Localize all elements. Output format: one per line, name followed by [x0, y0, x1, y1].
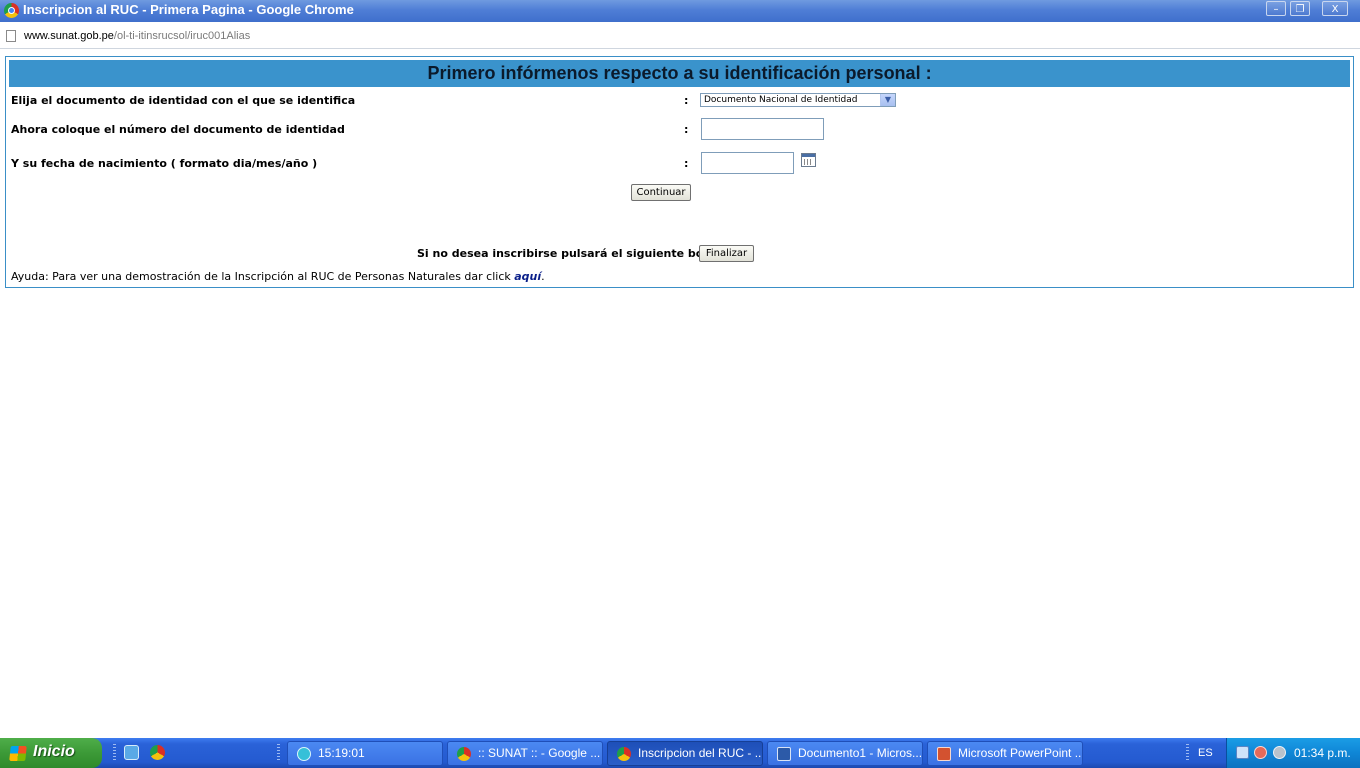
toolbar-grip[interactable] [113, 744, 116, 762]
url-host: www.sunat.gob.pe [24, 30, 114, 42]
colon-separator: : [684, 94, 689, 107]
powerpoint-icon [937, 747, 951, 761]
minimize-button[interactable]: – [1266, 1, 1286, 16]
close-button[interactable]: X [1322, 1, 1348, 16]
restore-button[interactable]: ❐ [1290, 1, 1310, 16]
help-suffix: . [541, 270, 545, 283]
taskbar-item-clock[interactable]: 15:19:01 [287, 741, 443, 766]
chrome-icon [617, 747, 631, 761]
taskbar-item-inscripcion-ruc[interactable]: Inscripcion del RUC - ... [607, 741, 763, 766]
window-title: Inscripcion al RUC - Primera Pagina - Go… [23, 2, 354, 17]
address-bar[interactable]: www.sunat.gob.pe/ol-ti-itinsrucsol/iruc0… [0, 22, 1360, 49]
language-indicator[interactable]: ES [1198, 747, 1213, 759]
page-icon [6, 30, 16, 42]
form-header: Primero infórmenos respecto a su identif… [9, 60, 1350, 87]
taskbar-item-label: 15:19:01 [318, 746, 365, 760]
taskbar-item-label: Microsoft PowerPoint ... [958, 746, 1083, 760]
colon-separator: : [684, 157, 689, 170]
quick-launch-ie-icon[interactable] [124, 745, 139, 760]
taskbar: Inicio 15:19:01 :: SUNAT :: - Google ...… [0, 738, 1360, 768]
calendar-icon[interactable] [801, 153, 816, 167]
taskbar-item-label: :: SUNAT :: - Google ... [478, 746, 601, 760]
window-title-bar[interactable]: Inscripcion al RUC - Primera Pagina - Go… [0, 0, 1360, 22]
colon-separator: : [684, 123, 689, 136]
toolbar-grip[interactable] [1186, 744, 1189, 762]
help-demo-link[interactable]: aquí [514, 270, 541, 283]
chrome-icon [4, 3, 19, 18]
help-text: Ayuda: Para ver una demostración de la I… [11, 270, 545, 283]
network-icon[interactable] [1236, 746, 1249, 759]
help-prefix: Ayuda: Para ver una demostración de la I… [11, 270, 511, 283]
security-icon[interactable] [1254, 746, 1267, 759]
chevron-down-icon[interactable]: ▼ [880, 94, 895, 106]
document-type-label: Elija el documento de identidad con el q… [11, 94, 356, 107]
continue-button[interactable]: Continuar [631, 184, 691, 201]
document-number-label: Ahora coloque el número del documento de… [11, 123, 345, 136]
url-text[interactable]: www.sunat.gob.pe/ol-ti-itinsrucsol/iruc0… [24, 30, 250, 42]
cancel-prompt: Si no desea inscribirse pulsará el sigui… [417, 247, 725, 260]
url-path: /ol-ti-itinsrucsol/iruc001Alias [113, 30, 251, 42]
birth-date-input[interactable] [701, 152, 794, 174]
system-tray: 01:34 p.m. [1226, 738, 1360, 768]
taskbar-item-powerpoint[interactable]: Microsoft PowerPoint ... [927, 741, 1083, 766]
taskbar-item-word[interactable]: Documento1 - Micros... [767, 741, 923, 766]
toolbar-grip[interactable] [277, 744, 280, 762]
word-icon [777, 747, 791, 761]
document-type-select[interactable]: Documento Nacional de Identidad ▼ [700, 93, 896, 107]
taskbar-item-label: Inscripcion del RUC - ... [638, 746, 763, 760]
identification-form: Primero infórmenos respecto a su identif… [5, 56, 1354, 288]
taskbar-item-sunat[interactable]: :: SUNAT :: - Google ... [447, 741, 603, 766]
system-clock[interactable]: 01:34 p.m. [1294, 746, 1351, 760]
document-type-selected: Documento Nacional de Identidad [704, 95, 858, 105]
finish-button[interactable]: Finalizar [699, 245, 754, 262]
start-label: Inicio [33, 743, 75, 760]
chrome-icon [457, 747, 471, 761]
start-button[interactable]: Inicio [0, 738, 102, 768]
birth-date-label: Y su fecha de nacimiento ( formato dia/m… [11, 157, 318, 170]
windows-logo-icon [9, 746, 27, 761]
clock-app-icon [297, 747, 311, 761]
taskbar-item-label: Documento1 - Micros... [798, 746, 923, 760]
volume-icon[interactable] [1273, 746, 1286, 759]
document-number-input[interactable] [701, 118, 824, 140]
quick-launch-chrome-icon[interactable] [150, 745, 165, 760]
